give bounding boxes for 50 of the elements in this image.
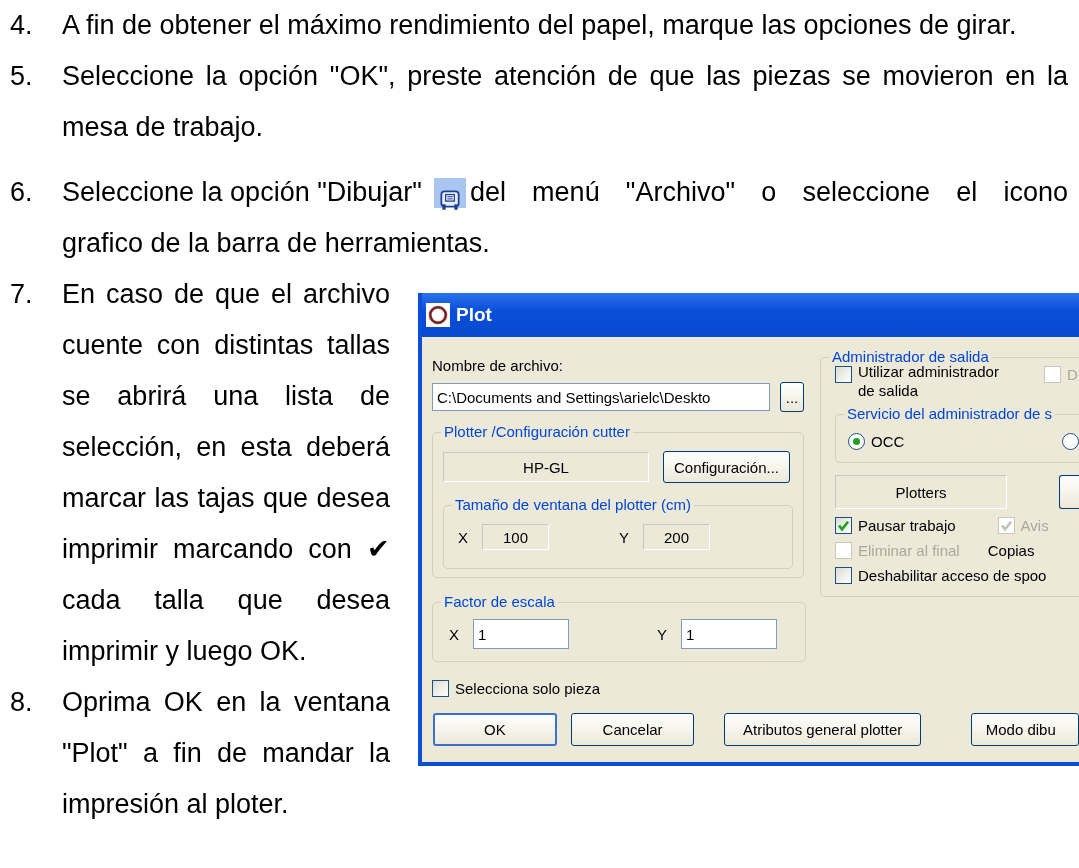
step-text: Seleccione la opción "OK", preste atención de que las piezas se movieron en la mesa de trabajo.	[62, 61, 1068, 142]
step-text: A fin de obtener el máximo rendimiento del papel, marque las opciones de girar.	[62, 10, 1017, 40]
step-text: Oprima OK en la ventana "Plot" a fin de mandar la impresión al ploter.	[62, 687, 390, 819]
dialog-button[interactable]: Cancelar	[570, 712, 695, 746]
radio-button[interactable]	[848, 433, 865, 450]
step-text: grafico de la barra de herramientas.	[62, 227, 491, 260]
step-text: del menú "Archivo" o seleccione el icono	[469, 176, 1068, 209]
step-number: 7.	[10, 278, 34, 311]
checkbox-label: Deshabilitar acceso de spoo	[858, 567, 1047, 584]
height-field: 200	[643, 524, 710, 550]
browse-button[interactable]: ...	[780, 382, 804, 412]
scale-y-field[interactable]: 1	[681, 619, 777, 649]
x-label: X	[457, 528, 469, 546]
dialog-button[interactable]: OK	[433, 712, 557, 746]
step-number: 6.	[10, 176, 34, 209]
step-number: 8.	[10, 686, 34, 719]
group-title: Tamaño de ventana del plotter (cm)	[452, 496, 694, 514]
copies-label: Copias	[987, 542, 1035, 559]
file-path-field[interactable]: C:\Documents and Settings\arielc\Deskto	[432, 383, 770, 411]
printer-icon	[433, 177, 466, 208]
group-title: Plotter /Configuración cutter	[441, 423, 633, 441]
plotters-field: Plotters	[835, 475, 1007, 509]
checkbox-label: Pausar trabajo	[858, 517, 956, 534]
dialog-button[interactable]: Modo dibu	[970, 712, 1079, 746]
file-name-label: Nombre de archivo:	[432, 357, 563, 374]
x-label: X	[448, 625, 460, 643]
scale-x-field[interactable]: 1	[473, 619, 569, 649]
window-title: Plot	[456, 304, 492, 326]
y-label: Y	[656, 625, 668, 643]
y-label: Y	[618, 528, 630, 546]
step-text: En caso de que el archivo cuente con distintas tallas se abrirá una lista de selección, en esta deberá marcar las tajas que desea imprimir marcando con ✔ cada talla que desea imprimir y luego OK.	[62, 279, 390, 666]
checkbox-label: Selecciona solo pieza	[455, 680, 601, 697]
checkbox-label: Avis	[1020, 517, 1049, 534]
checkbox[interactable]	[432, 680, 449, 697]
ring-icon	[426, 303, 450, 327]
checkbox[interactable]	[835, 517, 852, 534]
step-number: 5.	[10, 60, 34, 93]
plotter-type-field: HP-GL	[443, 452, 649, 482]
dialog-button[interactable]: Atributos general plotter	[724, 712, 921, 746]
radio-label: OCC	[871, 433, 905, 450]
checkbox[interactable]	[835, 567, 852, 584]
checkbox[interactable]	[835, 366, 852, 383]
radio-button[interactable]	[1062, 433, 1079, 450]
width-field: 100	[482, 524, 549, 550]
side-button[interactable]	[1059, 475, 1079, 509]
checkbox-label: Eliminar al final	[858, 542, 960, 559]
configuration-button[interactable]: Configuración...	[663, 451, 790, 483]
step-text: Seleccione la opción "Dibujar"	[62, 176, 422, 209]
checkbox-label: D	[1067, 366, 1078, 383]
step-number: 4.	[10, 9, 34, 42]
